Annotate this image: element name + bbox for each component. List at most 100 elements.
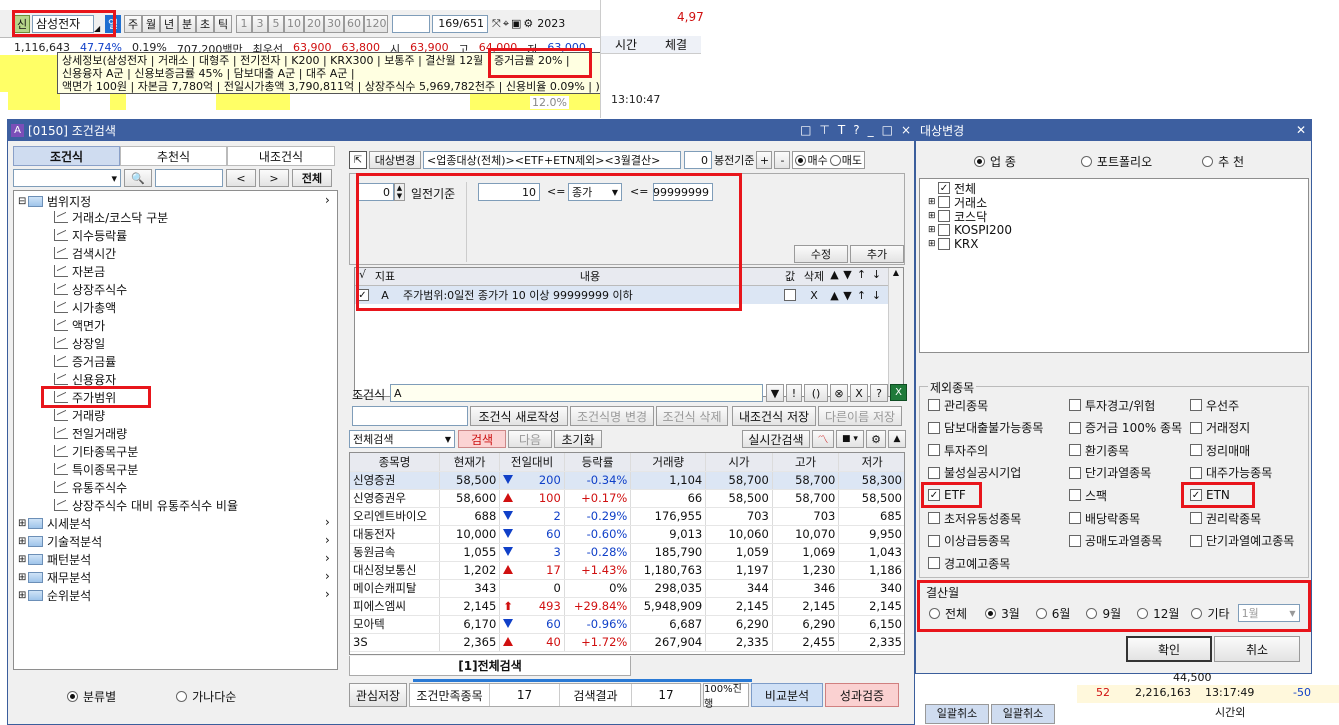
condition-row-bottom-icon[interactable]: ↓ <box>869 289 884 302</box>
exclude-option[interactable]: 담보대출불가능종목 <box>928 419 1043 437</box>
search-mode-select[interactable]: 전체검색 ▼ <box>349 430 455 448</box>
rename-condition-button[interactable]: 조건식명 변경 <box>570 406 654 426</box>
interval-3[interactable]: 3 <box>252 14 268 33</box>
window-minimize-icon[interactable]: _ <box>868 123 874 137</box>
tree-item[interactable]: 지수등락률 <box>54 226 127 244</box>
period-year[interactable]: 년 <box>160 14 178 33</box>
radio-category[interactable]: 분류별 <box>67 688 116 705</box>
table-row[interactable]: 3S 2,365 40 +1.72% 267,904 2,335 2,455 2,335 <box>350 633 904 652</box>
exclude-option[interactable]: 경고예고종목 <box>928 554 1010 572</box>
formula-dropdown-button[interactable]: ▼ <box>766 384 784 402</box>
exclude-checkbox[interactable]: ✓ <box>1190 489 1202 502</box>
formula-clear-button[interactable]: X <box>850 384 868 402</box>
interval-5[interactable]: 5 <box>268 14 284 33</box>
realtime-search-button[interactable]: 실시간검색 <box>742 430 810 448</box>
exclude-checkbox[interactable] <box>928 557 940 570</box>
exclude-option[interactable]: 이상급등종목 <box>928 532 1010 550</box>
left-next-button[interactable]: > <box>259 169 289 187</box>
delete-condition-button[interactable]: 조건식 삭제 <box>656 406 728 426</box>
max-value-input[interactable]: 99999999 <box>653 183 713 201</box>
formula-xor-button[interactable]: ⊗ <box>830 384 848 402</box>
left-search-icon[interactable]: 🔍 <box>124 169 152 187</box>
tree-item[interactable]: 상장주식수 대비 유통주식수 비율 <box>54 496 238 514</box>
settle-other[interactable]: 기타 <box>1191 605 1230 622</box>
exclude-checkbox[interactable] <box>1069 489 1081 502</box>
window-font-icon[interactable]: T <box>838 123 845 137</box>
col-low[interactable]: 저가 <box>838 453 904 472</box>
col-rate[interactable]: 등락률 <box>564 453 632 472</box>
left-prev-button[interactable]: < <box>226 169 256 187</box>
tab-recommend[interactable]: 추천식 <box>120 146 227 166</box>
radio-recommend[interactable]: 추 천 <box>1202 153 1244 170</box>
exclude-checkbox[interactable] <box>928 421 940 434</box>
exclude-option[interactable]: 정리매매 <box>1190 441 1250 459</box>
col-price[interactable]: 현재가 <box>439 453 501 472</box>
tree-group-expand-icon[interactable]: › <box>325 515 330 529</box>
result-tab-all[interactable]: [1]전체검색 <box>349 656 631 676</box>
exclude-checkbox[interactable] <box>1069 444 1081 457</box>
formula-input[interactable]: A <box>390 384 763 402</box>
tree-item[interactable]: 유통주식수 <box>54 478 127 496</box>
exclude-checkbox[interactable] <box>1069 534 1081 547</box>
exclude-option[interactable]: 투자경고/위험 <box>1069 396 1155 414</box>
exclude-option[interactable]: 단기과열예고종목 <box>1190 532 1294 550</box>
interval-20[interactable]: 20 <box>304 14 324 33</box>
exclude-checkbox[interactable] <box>1069 421 1081 434</box>
exclude-option[interactable]: 공매도과열종목 <box>1069 532 1162 550</box>
interval-10[interactable]: 10 <box>284 14 304 33</box>
tree-item[interactable]: 시가총액 <box>54 298 116 316</box>
crosshair-icon[interactable]: ⌖ <box>503 17 509 31</box>
tree-item[interactable]: 특이종목구분 <box>54 460 138 478</box>
tree-item[interactable]: 기타종목구분 <box>54 442 138 460</box>
radio-industry[interactable]: 업 종 <box>974 153 1016 170</box>
day-offset-input[interactable]: 0 <box>358 183 394 201</box>
layout-button[interactable]: ■ ▾ <box>836 430 864 448</box>
verify-button[interactable]: 성과검증 <box>825 683 899 707</box>
period-month[interactable]: 월 <box>142 14 160 33</box>
condition-row-a[interactable]: ✓ A 주가범위:0일전 종가가 10 이상 99999999 이하 X ▲ ▼… <box>355 286 888 304</box>
table-row[interactable]: 오리엔트바이오 688 2 -0.29% 176,955 703 703 685 <box>350 507 904 526</box>
tree-item[interactable]: 주가범위 <box>54 388 116 406</box>
col-high[interactable]: 고가 <box>772 453 840 472</box>
formula-not-button[interactable]: ! <box>786 384 802 402</box>
save-my-condition-button[interactable]: 내조건식 저장 <box>732 406 816 426</box>
tree-item[interactable]: 검색시간 <box>54 244 116 262</box>
exclude-checkbox[interactable] <box>928 399 940 411</box>
period-tick[interactable]: 틱 <box>214 14 232 33</box>
exclude-checkbox[interactable] <box>928 444 940 457</box>
condition-table-scrollbar[interactable]: ▲▼ <box>888 268 903 396</box>
target-icon[interactable]: ⇱ <box>349 151 367 169</box>
table-row[interactable]: 대동전자 10,000 60 -0.60% 9,013 10,060 10,070 9,950 <box>350 525 904 544</box>
left-search-input[interactable] <box>155 169 223 187</box>
tree-group-expand-icon[interactable]: › <box>325 551 330 565</box>
period-week[interactable]: 주 <box>124 14 142 33</box>
buy-radio[interactable] <box>795 154 807 166</box>
window-pin-icon[interactable]: ⊤ <box>819 123 829 137</box>
day-offset-spin-icon[interactable]: ▲ ▼ <box>394 183 405 201</box>
tree-item[interactable]: 상장주식수 <box>54 280 127 298</box>
interval-30[interactable]: 30 <box>324 14 344 33</box>
left-all-button[interactable]: 전체 <box>292 169 332 187</box>
exclude-option[interactable]: 불성실공시기업 <box>928 464 1021 482</box>
industry-krx-checkbox[interactable] <box>938 238 950 250</box>
tree-group[interactable]: ⊞ 패턴분석 <box>18 550 91 568</box>
modify-button[interactable]: 수정 <box>794 245 848 263</box>
next-button[interactable]: 다음 <box>508 430 552 448</box>
exclude-checkbox[interactable] <box>1190 444 1202 457</box>
interval-120[interactable]: 120 <box>364 14 388 33</box>
exclude-checkbox[interactable] <box>1190 399 1202 411</box>
exclude-option[interactable]: ✓ ETN <box>1190 486 1230 504</box>
tree-item[interactable]: 신용융자 <box>54 370 116 388</box>
exclude-option[interactable]: 대주가능종목 <box>1190 464 1272 482</box>
exclude-checkbox[interactable] <box>1069 466 1081 479</box>
table-row[interactable]: 피에스엠씨 2,145 ⬆ 493 +29.84% 5,948,909 2,145 2,145… <box>350 597 904 616</box>
tree-group[interactable]: ⊞ 시세분석 <box>18 514 91 532</box>
condition-name-input[interactable] <box>352 406 468 426</box>
tree-group[interactable]: ⊞ 재무분석 <box>18 568 91 586</box>
bong-plus-button[interactable]: + <box>756 151 773 169</box>
table-row[interactable]: 메이슨캐피탈 343 0 0% 298,035 344 346 340 <box>350 579 904 598</box>
chart-tool-icon[interactable]: ⤧ <box>492 17 501 31</box>
interval-1[interactable]: 1 <box>236 14 252 33</box>
collapse-button[interactable]: ▲ <box>888 430 906 448</box>
tree-group[interactable]: ⊞ 기술적분석 <box>18 532 102 550</box>
